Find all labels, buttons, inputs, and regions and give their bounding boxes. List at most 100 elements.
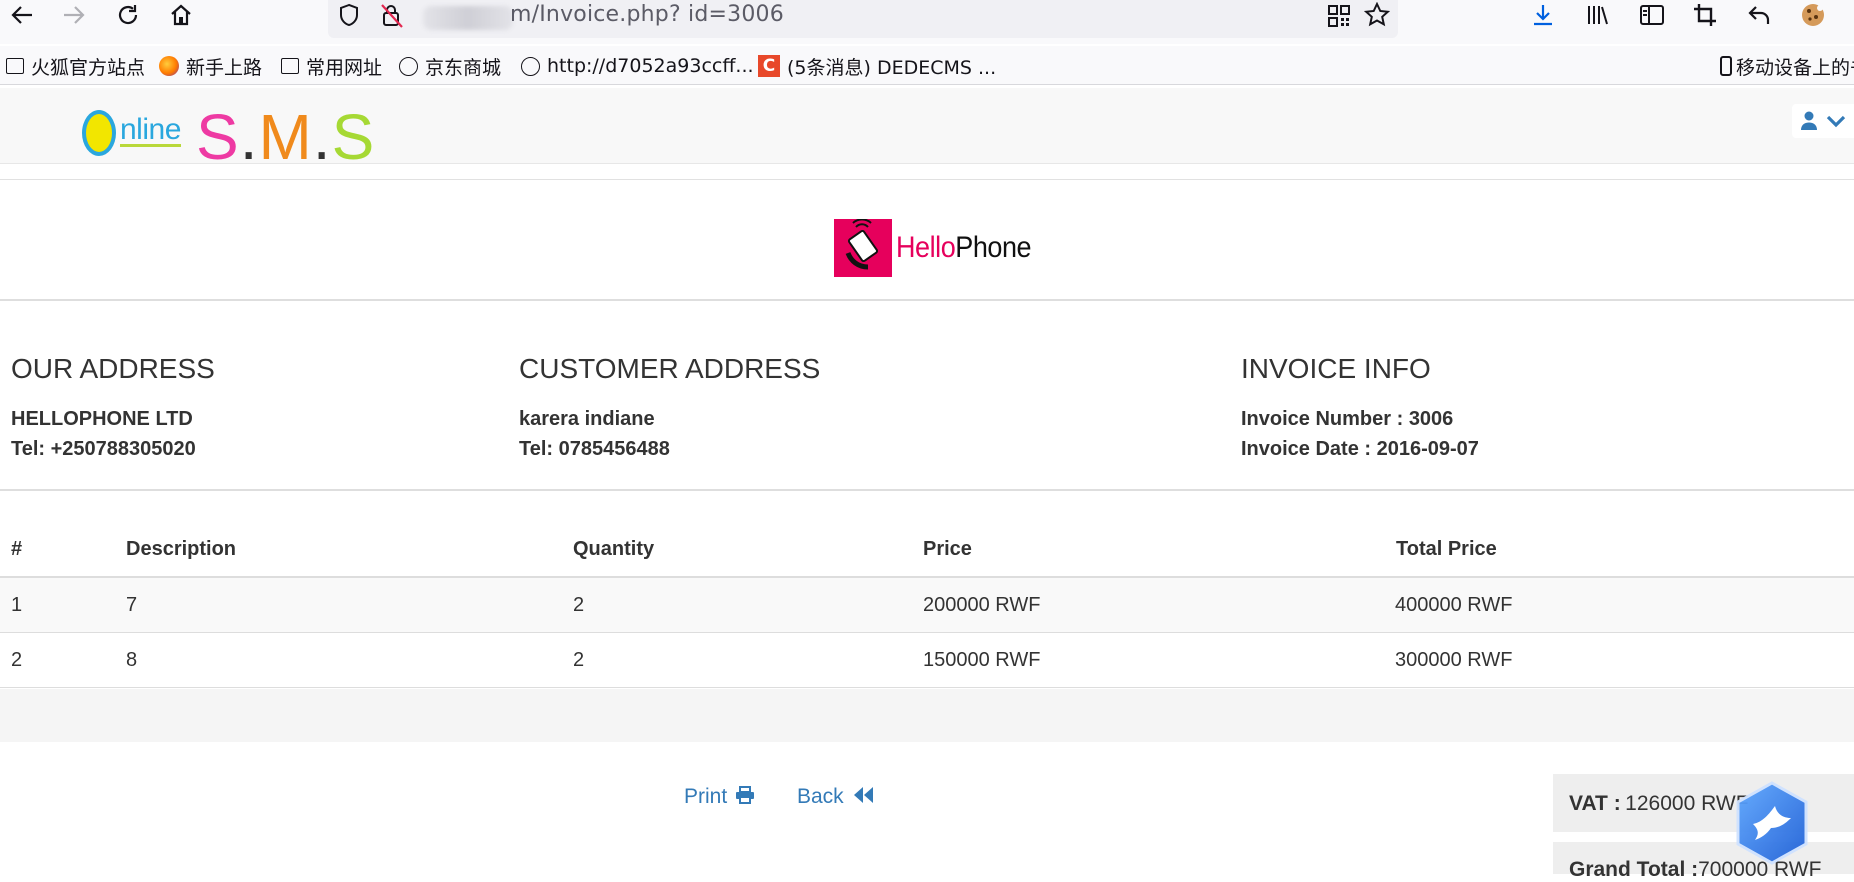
table-cell: 300000 RWF bbox=[1395, 649, 1513, 671]
invoice-info-block: INVOICE INFO Invoice Number : 3006 Invoi… bbox=[1241, 352, 1479, 464]
logo-o-mark bbox=[82, 110, 116, 156]
customer-tel: Tel: 0785456488 bbox=[519, 438, 670, 460]
globe-icon bbox=[399, 56, 418, 76]
table-footer bbox=[0, 689, 1854, 742]
invoice-info-heading: INVOICE INFO bbox=[1241, 353, 1431, 384]
firefox-icon bbox=[159, 56, 179, 76]
logo-letter: S bbox=[196, 101, 240, 173]
logo-online-text: nline bbox=[120, 113, 181, 147]
bookmark-item[interactable]: 京东商城 bbox=[399, 54, 502, 79]
table-cell: 2 bbox=[573, 594, 585, 616]
bookmark-item[interactable]: C (5条消息) DEDECMS ... bbox=[758, 54, 997, 79]
table-cell: 7 bbox=[126, 594, 138, 616]
table-row: 1 7 2 200000 RWF 400000 RWF bbox=[0, 578, 1854, 633]
table-row: 2 8 2 150000 RWF 300000 RWF bbox=[0, 633, 1854, 688]
hellophone-logo: HelloPhone bbox=[834, 218, 1046, 278]
url-text[interactable]: m/Invoice.php? id=3006 bbox=[510, 2, 784, 27]
floating-bird-badge-icon[interactable] bbox=[1733, 780, 1811, 866]
brand-name: HelloPhone bbox=[896, 231, 1032, 265]
brand-phone: Phone bbox=[955, 231, 1032, 264]
cookie-extension-icon[interactable] bbox=[1793, 0, 1833, 30]
table-cell: 150000 RWF bbox=[923, 649, 1041, 671]
customer-address-block: CUSTOMER ADDRESS karera indiane Tel: 078… bbox=[519, 352, 820, 464]
customer-address-heading: CUSTOMER ADDRESS bbox=[519, 353, 821, 384]
folder-icon bbox=[281, 58, 299, 74]
bookmark-label: (5条消息) DEDECMS ... bbox=[787, 56, 997, 79]
mobile-phone-icon bbox=[1720, 56, 1732, 76]
table-cell: 2 bbox=[573, 649, 585, 671]
bookmark-item[interactable]: 火狐官方站点 bbox=[6, 54, 146, 79]
back-label: Back bbox=[797, 785, 844, 808]
divider bbox=[0, 179, 1854, 180]
table-cell: 8 bbox=[126, 649, 138, 671]
logo-dot: . bbox=[239, 101, 259, 173]
divider bbox=[0, 299, 1854, 301]
home-icon[interactable] bbox=[161, 0, 201, 30]
reload-icon[interactable] bbox=[108, 0, 148, 30]
table-header: # Description Quantity Price Total Price bbox=[0, 530, 1854, 578]
user-icon bbox=[1801, 111, 1817, 130]
bookmark-label: 京东商城 bbox=[425, 56, 502, 79]
bookmark-label: 移动设备上的书 bbox=[1736, 56, 1854, 79]
download-icon[interactable] bbox=[1523, 0, 1563, 30]
invoice-number: Invoice Number : 3006 bbox=[1241, 408, 1454, 430]
sidebar-icon[interactable] bbox=[1632, 0, 1672, 30]
logo-letter: S bbox=[331, 101, 376, 173]
invoice-date: Invoice Date : 2016-09-07 bbox=[1241, 438, 1479, 460]
undo-arrow-icon[interactable] bbox=[1739, 0, 1779, 30]
print-label: Print bbox=[684, 785, 728, 808]
bookmark-item[interactable]: http://d7052a93ccff... bbox=[521, 54, 754, 78]
print-link[interactable]: Print bbox=[684, 785, 755, 809]
table-cell: 200000 RWF bbox=[923, 594, 1041, 616]
globe-icon bbox=[521, 56, 540, 76]
insecure-lock-icon[interactable] bbox=[380, 3, 404, 34]
mobile-bookmarks[interactable]: 移动设备上的书 bbox=[1720, 54, 1854, 79]
logo-sms-text: S.M.S bbox=[196, 100, 375, 174]
address-bar[interactable]: m/Invoice.php? id=3006 bbox=[328, 0, 1398, 38]
bookmark-label: 常用网址 bbox=[306, 56, 383, 79]
table-cell: 2 bbox=[11, 649, 23, 671]
folder-icon bbox=[6, 58, 24, 74]
shield-icon[interactable] bbox=[338, 3, 360, 32]
app-navbar: nline S.M.S bbox=[0, 88, 1854, 173]
bookmarks-bar: 火狐官方站点 新手上路 常用网址 京东商城 http://d7052a93ccf… bbox=[0, 46, 1854, 85]
our-address-block: OUR ADDRESS HELLOPHONE LTD Tel: +2507883… bbox=[11, 352, 215, 464]
company-tel: Tel: +250788305020 bbox=[11, 438, 196, 460]
divider bbox=[0, 489, 1854, 491]
company-name: HELLOPHONE LTD bbox=[11, 408, 193, 430]
customer-name: karera indiane bbox=[519, 408, 655, 430]
bookmark-label: 火狐官方站点 bbox=[31, 56, 146, 79]
table-cell: 1 bbox=[11, 594, 23, 616]
column-header: Price bbox=[923, 538, 972, 560]
bookmark-item[interactable]: 新手上路 bbox=[159, 54, 263, 79]
column-header: # bbox=[11, 538, 23, 560]
logo-letter: M bbox=[258, 101, 313, 173]
our-address-heading: OUR ADDRESS bbox=[11, 353, 215, 384]
back-link[interactable]: Back bbox=[797, 785, 874, 809]
brand-hello: Hello bbox=[896, 231, 956, 264]
chevron-down-icon bbox=[1826, 115, 1846, 128]
qr-code-icon[interactable] bbox=[1328, 5, 1350, 32]
forward-arrow-icon[interactable] bbox=[54, 0, 94, 30]
column-header: Total Price bbox=[1396, 538, 1497, 560]
table-cell: 400000 RWF bbox=[1395, 594, 1513, 616]
logo-dot: . bbox=[312, 101, 332, 173]
fast-backward-icon bbox=[852, 786, 874, 809]
phone-hand-icon bbox=[834, 218, 892, 277]
bookmark-item[interactable]: 常用网址 bbox=[281, 54, 383, 79]
vat-value: 126000 RWF bbox=[1625, 792, 1749, 815]
printer-icon bbox=[735, 785, 755, 809]
user-dropdown[interactable] bbox=[1792, 104, 1854, 138]
url-redacted bbox=[423, 6, 513, 30]
library-icon[interactable] bbox=[1578, 0, 1618, 30]
back-arrow-icon[interactable] bbox=[2, 0, 42, 30]
csdn-icon: C bbox=[758, 55, 780, 77]
grand-total-label: Grand Total : bbox=[1569, 858, 1699, 881]
crop-screenshot-icon[interactable] bbox=[1685, 0, 1725, 30]
column-header: Quantity bbox=[573, 538, 655, 560]
column-header: Description bbox=[126, 538, 237, 560]
bookmark-star-icon[interactable] bbox=[1363, 1, 1391, 33]
browser-toolbar: m/Invoice.php? id=3006 bbox=[0, 0, 1854, 44]
bookmark-label: 新手上路 bbox=[186, 56, 263, 79]
vat-label: VAT : bbox=[1569, 792, 1621, 815]
